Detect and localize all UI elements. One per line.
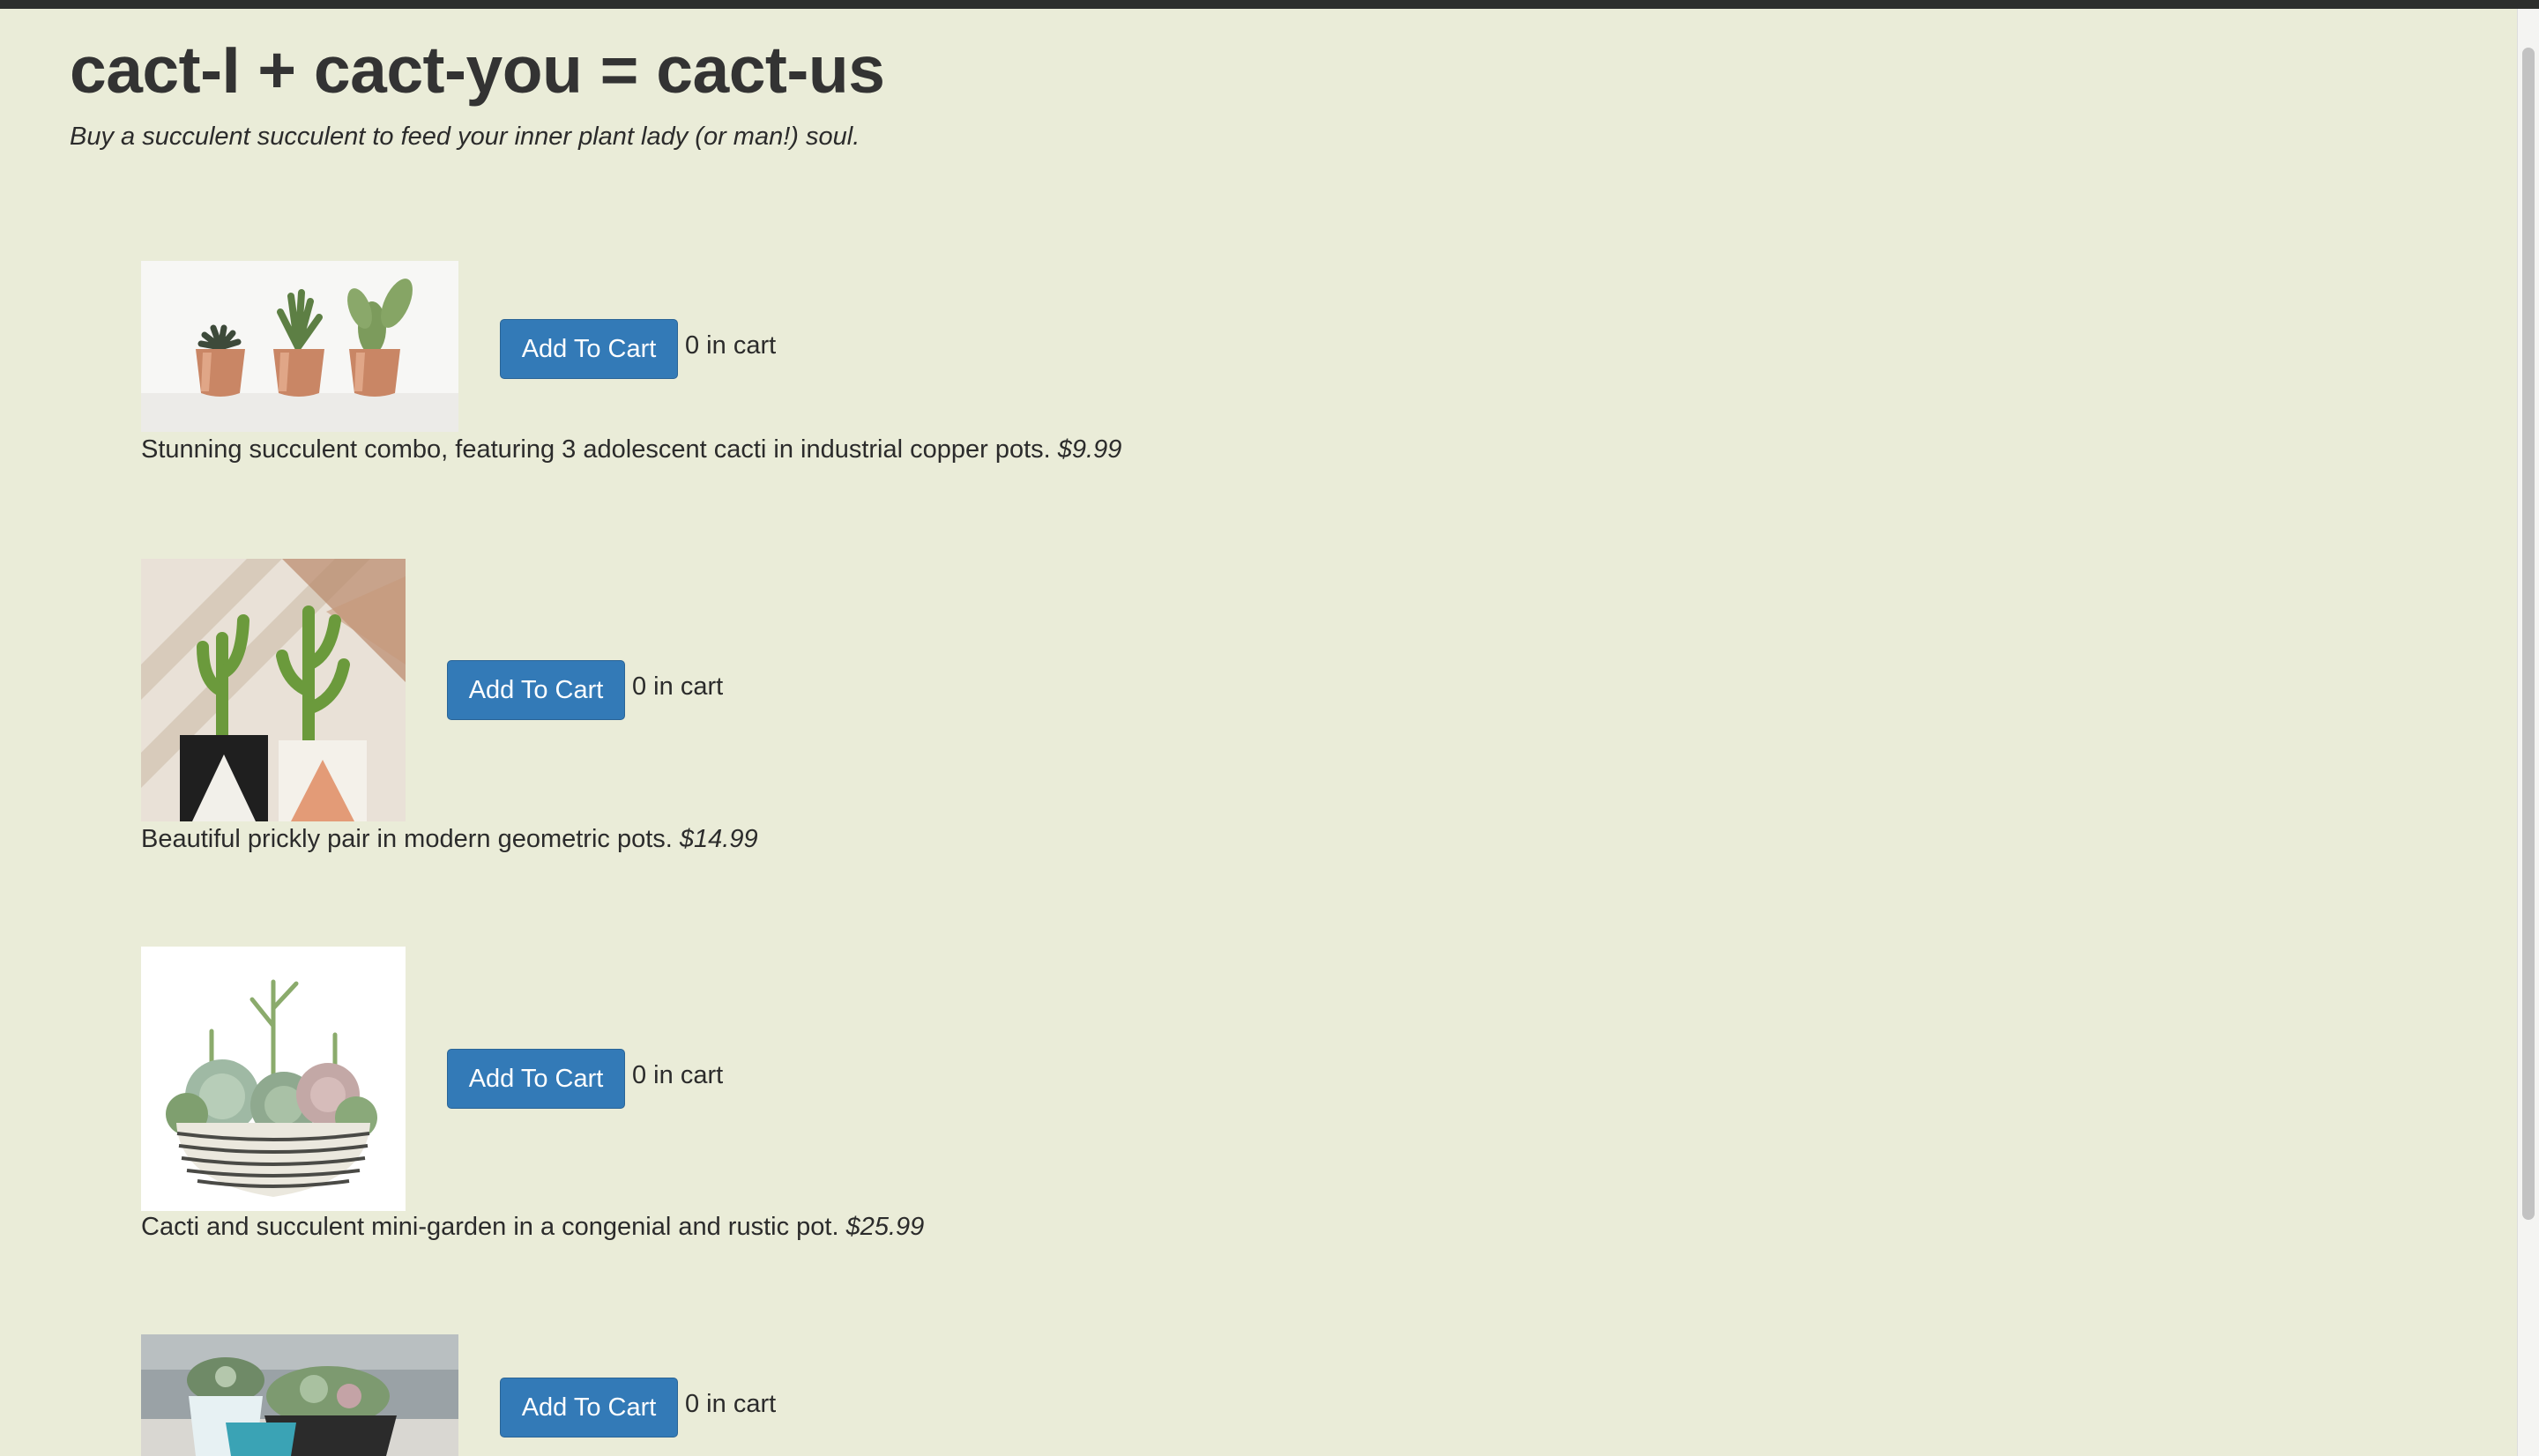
product-price: $9.99 [1057,435,1122,464]
product-item: Add To Cart 0 in cart [141,1334,1552,1456]
add-to-cart-button[interactable]: Add To Cart [500,319,678,379]
add-to-cart-button[interactable]: Add To Cart [447,1049,625,1109]
add-to-cart-button[interactable]: Add To Cart [500,1378,678,1437]
scrollbar-thumb[interactable] [2522,48,2535,1220]
site-tagline: Buy a succulent succulent to feed your i… [70,123,860,151]
add-to-cart-button[interactable]: Add To Cart [447,660,625,720]
product-item: Add To Cart 0 in cart Stunning succulent… [141,261,1552,472]
cart-count: 0 in cart [632,672,724,701]
product-description: Cacti and succulent mini-garden in a con… [141,1211,924,1243]
cart-count: 0 in cart [685,331,777,360]
page-scrollbar[interactable] [2517,9,2539,1456]
product-description: Beautiful prickly pair in modern geometr… [141,823,758,855]
page: cact-I + cact-you = cact-us Buy a succul… [0,0,2518,1456]
product-price: $25.99 [845,1213,925,1241]
description-text: Cacti and succulent mini-garden in a con… [141,1213,839,1241]
site-title: cact-I + cact-you = cact-us [70,33,885,107]
cart-count: 0 in cart [685,1390,777,1418]
description-text: Beautiful prickly pair in modern geometr… [141,825,673,853]
product-item: Add To Cart 0 in cart Beautiful prickly … [141,559,1552,858]
geometric-pot-cacti-pair-image [141,559,406,821]
product-description: Stunning succulent combo, featuring 3 ad… [141,434,1121,465]
cart-count: 0 in cart [632,1061,724,1089]
description-text: Stunning succulent combo, featuring 3 ad… [141,435,1051,464]
succulent-mini-garden-image [141,947,406,1211]
succulent-bowls-image [141,1334,458,1456]
three-copper-pot-cacti-image [141,261,458,432]
product-price: $14.99 [679,825,758,853]
product-item: Add To Cart 0 in cart Cacti and succulen… [141,947,1552,1246]
